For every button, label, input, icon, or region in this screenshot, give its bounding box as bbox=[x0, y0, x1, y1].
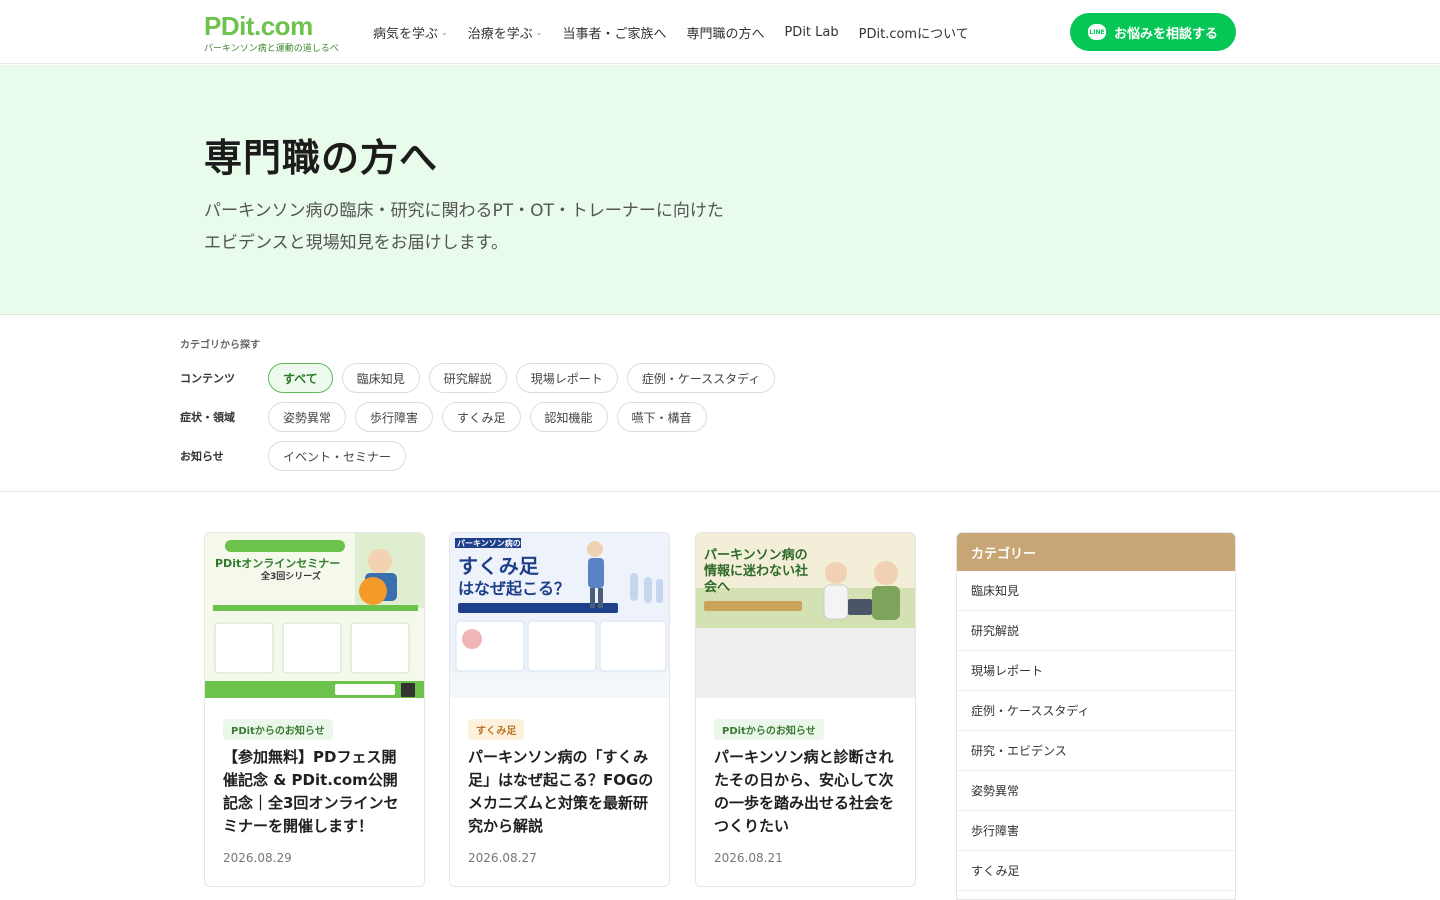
sidebar-heading: カテゴリー bbox=[957, 533, 1235, 571]
sidebar-item-posture[interactable]: 姿勢異常 bbox=[957, 771, 1235, 811]
nav-label: 病気を学ぶ bbox=[373, 27, 439, 42]
chip-cognition[interactable]: 認知機能 bbox=[529, 402, 608, 432]
sidebar-item-research[interactable]: 研究解説 bbox=[957, 611, 1235, 651]
article-card[interactable]: パーキンソン病の すくみ足 はなぜ起こる？ すくみ足 パーキンソン病の「すくみ足… bbox=[449, 532, 670, 887]
article-thumbnail: パーキンソン病の情報に迷わない社会へ bbox=[696, 533, 915, 698]
thumbnail-heading-rest: はなぜ起こる？ bbox=[458, 579, 571, 598]
consult-button-label: お悩みを相談する bbox=[1113, 26, 1218, 42]
main-nav: 病気を学ぶ ⌄ 治療を学ぶ ⌄ 当事者・ご家族へ 専門職の方へ PDit Lab P… bbox=[373, 23, 989, 42]
thumbnail-heading-small: パーキンソン病の bbox=[457, 539, 521, 548]
chevron-down-icon: ⌄ bbox=[441, 28, 448, 37]
chevron-down-icon: ⌄ bbox=[535, 28, 543, 37]
article-title: パーキンソン病の「すくみ足」はなぜ起こる？FOGのメカニズムと対策を最新研究から… bbox=[468, 748, 654, 835]
description-line: エビデンスと現場知見をお届けします。 bbox=[204, 233, 508, 253]
filter-row-label: 症状・領域 bbox=[180, 411, 235, 424]
sidebar-item-field-report[interactable]: 現場レポート bbox=[957, 651, 1235, 691]
filter-row-content: コンテンツ すべて 臨床知見 研究解説 現場レポート 症例・ケーススタディ bbox=[180, 363, 784, 393]
consult-button[interactable]: LINE お悩みを相談する bbox=[1070, 13, 1236, 51]
nav-label: 治療を学ぶ bbox=[467, 27, 533, 42]
sidebar-item-case-study[interactable]: 症例・ケーススタディ bbox=[957, 691, 1235, 731]
article-title: 【参加無料】PDフェス開催記念 & PDit.com公開記念｜全3回オンラインセ… bbox=[223, 748, 399, 835]
filter-row-news: お知らせ イベント・セミナー bbox=[180, 441, 415, 471]
article-card[interactable]: PDitオンラインセミナー 全3回シリーズ PDitからのお知らせ 【参加無料】… bbox=[204, 532, 425, 887]
sidebar-item-evidence[interactable]: 研究・エビデンス bbox=[957, 731, 1235, 771]
article-date: 2026.08.21 bbox=[714, 851, 783, 865]
sidebar-item-clinical[interactable]: 臨床知見 bbox=[957, 571, 1235, 611]
logo-tagline: パーキンソン病と運動の道しるべ bbox=[204, 44, 339, 54]
thumbnail-subheading: 全3回シリーズ bbox=[261, 572, 321, 582]
nav-label: 専門職の方へ bbox=[686, 27, 765, 42]
category-tag: PDitからのお知らせ bbox=[714, 719, 824, 740]
description-line: パーキンソン病の臨床・研究に関わるPT・OT・トレーナーに向けた bbox=[204, 201, 724, 221]
page-hero: 専門職の方へ パーキンソン病の臨床・研究に関わるPT・OT・トレーナーに向けた … bbox=[0, 65, 1440, 315]
nav-learn-treatment[interactable]: 治療を学ぶ ⌄ bbox=[468, 23, 543, 42]
nav-pdit-lab[interactable]: PDit Lab bbox=[784, 23, 838, 42]
article-date: 2026.08.27 bbox=[468, 851, 537, 865]
chip-swallowing[interactable]: 嚥下・構音 bbox=[616, 402, 707, 432]
article-thumbnail: PDitオンラインセミナー 全3回シリーズ bbox=[205, 533, 424, 698]
logo-text: PDit.com bbox=[204, 11, 313, 41]
chip-case-study[interactable]: 症例・ケーススタディ bbox=[626, 363, 776, 393]
thumbnail-heading: パーキンソン病の情報に迷わない社会へ bbox=[704, 548, 809, 595]
filter-row-symptoms: 症状・領域 姿勢異常 歩行障害 すくみ足 認知機能 嚥下・構音 bbox=[180, 402, 716, 432]
site-logo[interactable]: PDit.com パーキンソン病と運動の道しるべ bbox=[204, 12, 339, 54]
sidebar-item-freezing[interactable]: すくみ足 bbox=[957, 851, 1235, 891]
article-thumbnail: パーキンソン病の すくみ足 はなぜ起こる？ bbox=[450, 533, 669, 698]
line-icon: LINE bbox=[1087, 24, 1106, 40]
nav-label: 当事者・ご家族へ bbox=[562, 27, 667, 42]
category-tag: すくみ足 bbox=[468, 719, 525, 740]
chip-posture[interactable]: 姿勢異常 bbox=[268, 402, 347, 432]
chip-research[interactable]: 研究解説 bbox=[428, 363, 507, 393]
chip-freezing[interactable]: すくみ足 bbox=[442, 402, 521, 432]
sidebar-item-more[interactable] bbox=[957, 891, 1235, 899]
chip-gait[interactable]: 歩行障害 bbox=[355, 402, 434, 432]
chip-clinical[interactable]: 臨床知見 bbox=[341, 363, 420, 393]
page-title: 専門職の方へ bbox=[204, 136, 439, 180]
category-sidebar: カテゴリー 臨床知見 研究解説 現場レポート 症例・ケーススタディ 研究・エビデ… bbox=[956, 532, 1236, 900]
nav-learn-disease[interactable]: 病気を学ぶ ⌄ bbox=[373, 23, 448, 42]
article-date: 2026.08.29 bbox=[223, 851, 292, 865]
nav-label: PDit Lab bbox=[784, 25, 839, 40]
site-header: PDit.com パーキンソン病と運動の道しるべ 病気を学ぶ ⌄ 治療を学ぶ ⌄ 当… bbox=[0, 0, 1440, 64]
category-tag: PDitからのお知らせ bbox=[223, 719, 333, 740]
chip-field-report[interactable]: 現場レポート bbox=[515, 363, 618, 393]
page-description: パーキンソン病の臨床・研究に関わるPT・OT・トレーナーに向けた エビデンスと現… bbox=[204, 195, 904, 259]
filter-heading: カテゴリから探す bbox=[180, 340, 260, 351]
nav-label: PDit.comについて bbox=[858, 27, 969, 42]
filter-row-label: コンテンツ bbox=[180, 372, 235, 385]
category-filters: カテゴリから探す コンテンツ すべて 臨床知見 研究解説 現場レポート 症例・ケ… bbox=[0, 315, 1440, 492]
chip-all[interactable]: すべて bbox=[268, 363, 333, 393]
chip-events[interactable]: イベント・セミナー bbox=[268, 441, 407, 471]
sidebar-item-gait[interactable]: 歩行障害 bbox=[957, 811, 1235, 851]
nav-patients-family[interactable]: 当事者・ご家族へ bbox=[562, 23, 666, 42]
article-card[interactable]: パーキンソン病の情報に迷わない社会へ PDitからのお知らせ パーキンソン病と診… bbox=[695, 532, 916, 887]
nav-professionals[interactable]: 専門職の方へ bbox=[686, 23, 764, 42]
filter-row-label: お知らせ bbox=[180, 450, 224, 463]
article-title: パーキンソン病と診断されたその日から、安心して次の一歩を踏み出せる社会をつくりた… bbox=[714, 748, 895, 835]
nav-about[interactable]: PDit.comについて bbox=[859, 23, 969, 42]
